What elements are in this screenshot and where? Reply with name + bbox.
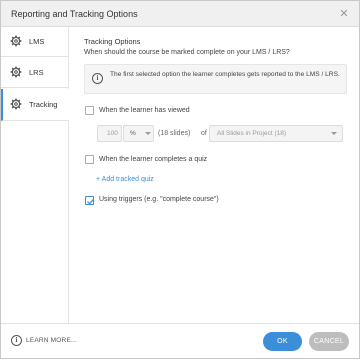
sidebar-item-tracking[interactable]: Tracking [1, 89, 69, 121]
sidebar-item-label: LRS [29, 68, 44, 77]
ok-button[interactable]: OK [263, 332, 302, 351]
info-icon[interactable]: i [11, 335, 22, 346]
triggers-option-label: Using triggers (e.g. "complete course") [99, 196, 219, 203]
reporting-tracking-dialog: Reporting and Tracking Options ✕ LMS LRS [0, 0, 360, 359]
dialog-footer: i LEARN MORE... OK CANCEL [1, 323, 359, 358]
add-tracked-quiz-link[interactable]: + Add tracked quiz [96, 176, 154, 183]
tracking-panel: Tracking Options When should the course … [70, 27, 359, 323]
cancel-button[interactable]: CANCEL [309, 332, 349, 351]
viewed-unit-value: % [130, 130, 136, 137]
viewed-unit-select[interactable]: % [123, 125, 154, 142]
slide-scope-value: All Slides in Project (18) [217, 130, 286, 137]
sidebar: LMS LRS Tracking [1, 27, 69, 323]
gear-icon [10, 35, 22, 47]
gear-icon [10, 98, 22, 110]
dialog-title: Reporting and Tracking Options [11, 9, 138, 19]
info-icon: i [92, 73, 103, 84]
sidebar-item-lrs[interactable]: LRS [1, 58, 69, 88]
quiz-checkbox[interactable] [85, 155, 94, 164]
sidebar-item-lms[interactable]: LMS [1, 27, 69, 57]
viewed-amount-value: 100 [107, 130, 118, 137]
sidebar-item-label: Tracking [29, 100, 58, 109]
gear-icon [10, 66, 22, 78]
slide-scope-select[interactable]: All Slides in Project (18) [209, 125, 343, 142]
learn-more-link[interactable]: LEARN MORE... [26, 337, 77, 344]
chevron-down-icon [145, 132, 151, 135]
section-question: When should the course be marked complet… [84, 49, 290, 56]
triggers-checkbox[interactable] [85, 196, 95, 205]
viewed-checkbox[interactable] [85, 106, 94, 115]
info-box: i The first selected option the learner … [84, 64, 347, 94]
viewed-option-label: When the learner has viewed [99, 107, 190, 114]
close-icon[interactable]: ✕ [338, 8, 350, 20]
chevron-down-icon [331, 132, 337, 135]
sidebar-item-label: LMS [29, 37, 45, 46]
viewed-amount-input[interactable]: 100 [97, 125, 122, 142]
check-icon [87, 198, 95, 205]
quiz-option-label: When the learner completes a quiz [99, 156, 208, 163]
info-text: The first selected option the learner co… [110, 71, 340, 78]
title-bar: Reporting and Tracking Options ✕ [1, 1, 359, 27]
section-heading: Tracking Options [84, 37, 141, 46]
slides-count: (18 slides) [158, 130, 191, 137]
of-label: of [201, 130, 207, 137]
